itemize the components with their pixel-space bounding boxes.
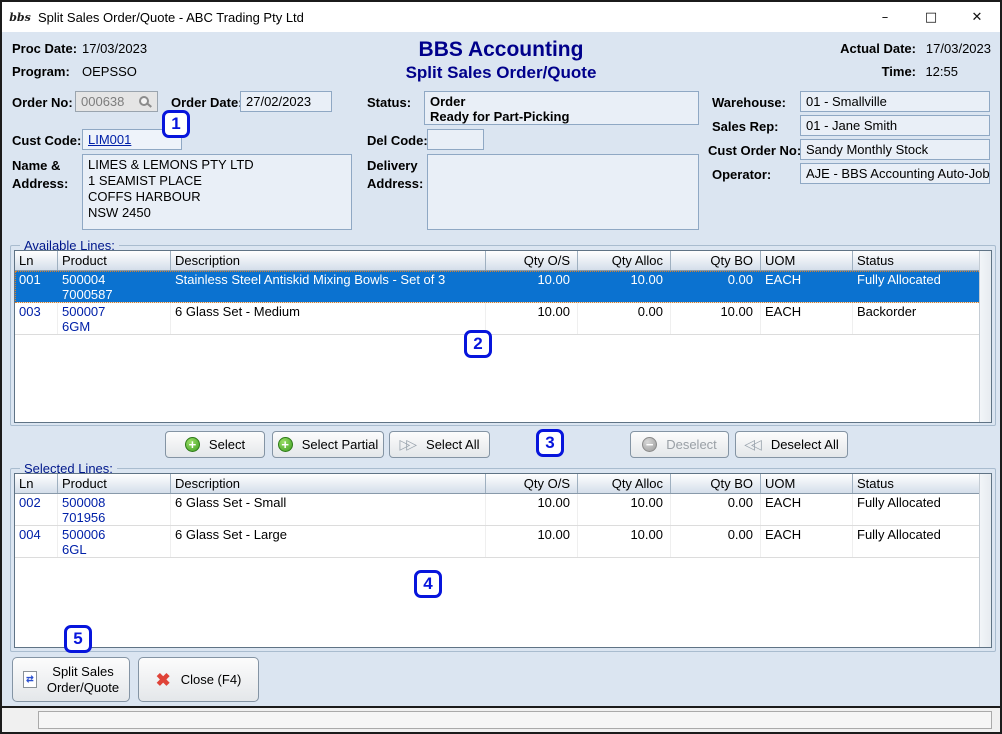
minimize-button[interactable]: – [862, 2, 908, 32]
title-bar: bbs Split Sales Order/Quote - ABC Tradin… [2, 2, 1000, 32]
split-sales-order-button[interactable]: ⇄ Split Sales Order/Quote [12, 657, 130, 702]
app-title: BBS Accounting [419, 38, 584, 62]
table-row[interactable]: 001 500004 7000587 Stainless Steel Antis… [15, 271, 991, 303]
annotation-1: 1 [162, 110, 190, 138]
order-no-field[interactable]: 000638 [75, 91, 158, 112]
close-button[interactable]: ✖ Close (F4) [138, 657, 259, 702]
cust-order-no-label: Cust Order No: [708, 143, 801, 158]
operator-label: Operator: [712, 167, 771, 182]
deselect-all-button[interactable]: ◁◁ Deselect All [735, 431, 848, 458]
delivery-address-label-1: Delivery [367, 158, 418, 173]
cust-code-label: Cust Code: [12, 133, 81, 148]
sales-rep-field[interactable]: 01 - Jane Smith [800, 115, 990, 136]
window-title: Split Sales Order/Quote - ABC Trading Pt… [38, 10, 304, 25]
delivery-address-label-2: Address: [367, 176, 423, 191]
split-document-icon: ⇄ [23, 671, 37, 688]
select-partial-button[interactable]: + Select Partial [272, 431, 384, 458]
name-address-label-1: Name & [12, 158, 60, 173]
table-row[interactable]: 004 500006 6GL 6 Glass Set - Large 10.00… [15, 526, 991, 558]
annotation-4: 4 [414, 570, 442, 598]
red-x-icon: ✖ [156, 671, 171, 689]
program-label: Program: [12, 64, 70, 79]
order-date-field[interactable]: 27/02/2023 [240, 91, 332, 112]
status-field: Order Ready for Part-Picking [424, 91, 699, 125]
cust-code-link[interactable]: LIM001 [88, 132, 131, 147]
warehouse-field[interactable]: 01 - Smallville [800, 91, 990, 112]
selected-lines-header: Ln Product Description Qty O/S Qty Alloc… [15, 474, 991, 494]
annotation-5: 5 [64, 625, 92, 653]
screen-title: Split Sales Order/Quote [406, 63, 597, 83]
sales-rep-label: Sales Rep: [712, 119, 778, 134]
name-address-label-2: Address: [12, 176, 68, 191]
status-bar-field [38, 711, 992, 729]
order-no-label: Order No: [12, 95, 73, 110]
del-code-label: Del Code: [367, 133, 428, 148]
select-all-button[interactable]: ▷▷ Select All [389, 431, 490, 458]
double-right-chevron-icon: ▷▷ [399, 436, 417, 453]
double-left-chevron-icon: ◁◁ [744, 436, 762, 453]
plus-icon: + [278, 437, 293, 452]
warehouse-label: Warehouse: [712, 95, 786, 110]
name-address-field: LIMES & LEMONS PTY LTD 1 SEAMIST PLACE C… [82, 154, 352, 230]
vertical-scrollbar[interactable] [979, 251, 991, 422]
status-label: Status: [367, 95, 411, 110]
del-code-field[interactable] [427, 129, 484, 150]
operator-field[interactable]: AJE - BBS Accounting Auto-Job [800, 163, 990, 184]
selected-lines-table: Ln Product Description Qty O/S Qty Alloc… [14, 473, 992, 648]
select-button[interactable]: + Select [165, 431, 265, 458]
application-window: bbs Split Sales Order/Quote - ABC Tradin… [0, 0, 1002, 734]
proc-date-value: 17/03/2023 [82, 41, 147, 56]
order-date-label: Order Date: [171, 95, 243, 110]
available-lines-header: Ln Product Description Qty O/S Qty Alloc… [15, 251, 991, 271]
actual-date-value: 17/03/2023 [926, 41, 991, 56]
close-window-button[interactable]: ✕ [954, 2, 1000, 32]
maximize-button[interactable]: □ [908, 2, 954, 32]
cust-order-no-field[interactable]: Sandy Monthly Stock [800, 139, 990, 160]
search-icon[interactable] [139, 96, 149, 106]
table-row[interactable]: 002 500008 701956 6 Glass Set - Small 10… [15, 494, 991, 526]
plus-icon: + [185, 437, 200, 452]
available-lines-table: Ln Product Description Qty O/S Qty Alloc… [14, 250, 992, 423]
time-label: Time: [882, 64, 916, 79]
time-value: 12:55 [925, 64, 958, 79]
vertical-scrollbar[interactable] [979, 474, 991, 647]
proc-date-label: Proc Date: [12, 41, 77, 56]
status-bar [2, 708, 1000, 732]
table-row[interactable]: 003 500007 6GM 6 Glass Set - Medium 10.0… [15, 303, 991, 335]
minus-icon: − [642, 437, 657, 452]
annotation-3: 3 [536, 429, 564, 457]
actual-date-label: Actual Date: [840, 41, 916, 56]
annotation-2: 2 [464, 330, 492, 358]
delivery-address-field [427, 154, 699, 230]
app-icon: bbs [10, 8, 30, 26]
deselect-button[interactable]: − Deselect [630, 431, 729, 458]
program-value: OEPSSO [82, 64, 137, 79]
